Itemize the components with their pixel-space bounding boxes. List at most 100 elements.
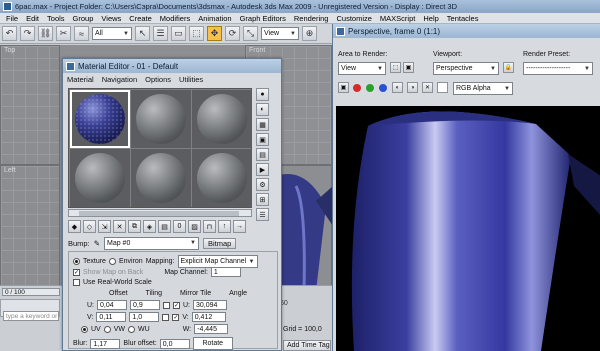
reset-map-icon[interactable]: ✕	[113, 220, 126, 233]
make-preview-icon[interactable]: ▶	[256, 163, 269, 176]
blue-channel-icon[interactable]	[379, 84, 387, 92]
material-effects-channel-icon[interactable]: 0	[173, 220, 186, 233]
red-channel-icon[interactable]	[353, 84, 361, 92]
v-mirror-checkbox[interactable]	[162, 313, 170, 321]
show-map-on-back-checkbox[interactable]: ✓	[73, 268, 80, 276]
put-to-library-icon[interactable]: ▤	[158, 220, 171, 233]
u-mirror-checkbox[interactable]	[163, 301, 170, 309]
material-slot[interactable]	[131, 90, 191, 148]
menu-create[interactable]: Create	[125, 14, 156, 23]
menu-modifiers[interactable]: Modifiers	[156, 14, 194, 23]
slots-scrollbar[interactable]	[68, 209, 252, 217]
menu-utilities[interactable]: Utilities	[179, 75, 203, 84]
map-channel-field[interactable]: 1	[210, 267, 241, 277]
menu-navigation[interactable]: Navigation	[102, 75, 137, 84]
vw-radio[interactable]	[103, 325, 111, 333]
viewport-left[interactable]: Left	[0, 165, 60, 290]
save-image-icon[interactable]: ▣	[338, 82, 349, 93]
render-preset-dropdown[interactable]: ------------------- ▼	[523, 62, 593, 75]
bind-space-warp-icon[interactable]: ≈	[74, 26, 89, 41]
add-time-tag-button[interactable]: Add Time Tag	[283, 340, 331, 351]
put-to-scene-icon[interactable]: ◇	[83, 220, 96, 233]
texture-radio[interactable]	[73, 258, 80, 265]
v-angle-field[interactable]: 0,412	[191, 312, 226, 322]
viewport-dropdown[interactable]: Perspective ▼	[433, 62, 499, 75]
map-type-button[interactable]: Bitmap	[202, 237, 237, 249]
menu-file[interactable]: File	[2, 14, 22, 23]
area-to-render-dropdown[interactable]: View ▼	[338, 62, 386, 75]
auto-region-icon[interactable]: ▣	[403, 62, 414, 73]
go-to-parent-icon[interactable]: ↑	[218, 220, 231, 233]
video-color-check-icon[interactable]: ▤	[256, 148, 269, 161]
u-angle-field[interactable]: 30,094	[193, 300, 227, 310]
monochrome-icon[interactable]: ◑	[407, 82, 418, 93]
menu-group[interactable]: Group	[69, 14, 98, 23]
select-object-icon[interactable]: ↖	[135, 26, 150, 41]
swatch-icon[interactable]	[437, 82, 448, 93]
lock-viewport-icon[interactable]: 🔒	[503, 62, 514, 73]
redo-icon[interactable]: ↷	[20, 26, 35, 41]
menu-tentacles[interactable]: Tentacles	[443, 14, 483, 23]
select-by-name-icon[interactable]: ☰	[153, 26, 168, 41]
window-crossing-icon[interactable]: ⬚	[189, 26, 204, 41]
material-editor-titlebar[interactable]: Material Editor - 01 - Default	[63, 59, 281, 73]
show-map-in-viewport-icon[interactable]: ▨	[188, 220, 201, 233]
make-unique-icon[interactable]: ◈	[143, 220, 156, 233]
viewport-top-label[interactable]: Top	[4, 47, 15, 54]
v-tiling-field[interactable]: 1,0	[129, 312, 160, 322]
material-slot[interactable]	[192, 90, 252, 148]
menu-material[interactable]: Material	[67, 75, 94, 84]
assign-material-icon[interactable]: ⇲	[98, 220, 111, 233]
menu-views[interactable]: Views	[97, 14, 125, 23]
green-channel-icon[interactable]	[366, 84, 374, 92]
unlink-icon[interactable]: ✂	[56, 26, 71, 41]
w-angle-field[interactable]: -4,445	[194, 324, 229, 334]
show-end-result-icon[interactable]: ⊓	[203, 220, 216, 233]
select-by-material-icon[interactable]: ⊞	[256, 193, 269, 206]
link-icon[interactable]: ⛓	[38, 26, 53, 41]
backlight-icon[interactable]: ◐	[256, 103, 269, 116]
alpha-channel-icon[interactable]: ◐	[392, 82, 403, 93]
wu-radio[interactable]	[128, 325, 136, 333]
v-tile-checkbox[interactable]: ✓	[172, 313, 180, 321]
menu-options[interactable]: Options	[145, 75, 171, 84]
u-offset-field[interactable]: 0,04	[97, 300, 127, 310]
selection-filter-dropdown[interactable]: All ▼	[92, 27, 132, 40]
pivot-icon[interactable]: ⊕	[302, 26, 317, 41]
select-move-icon[interactable]: ✥	[207, 26, 222, 41]
menu-help[interactable]: Help	[419, 14, 442, 23]
viewport-front-label[interactable]: Front	[249, 47, 265, 54]
viewport-left-label[interactable]: Left	[4, 167, 16, 174]
material-slot[interactable]	[70, 149, 130, 207]
viewport-perspective[interactable]	[275, 165, 333, 292]
sample-type-icon[interactable]: ●	[256, 88, 269, 101]
viewport-top[interactable]: Top	[0, 45, 60, 165]
eyedropper-icon[interactable]: ✎	[94, 239, 100, 248]
blur-offset-field[interactable]: 0,0	[159, 338, 190, 349]
menu-maxscript[interactable]: MAXScript	[376, 14, 419, 23]
select-rotate-icon[interactable]: ⟳	[225, 26, 240, 41]
undo-icon[interactable]: ↶	[2, 26, 17, 41]
clear-icon[interactable]: ✕	[422, 82, 433, 93]
rect-selection-icon[interactable]: ▭	[171, 26, 186, 41]
render-frame-titlebar[interactable]: Perspective, frame 0 (1:1)	[333, 24, 600, 38]
map-name-dropdown[interactable]: Map #0 ▼	[103, 236, 199, 250]
material-slot[interactable]	[192, 149, 252, 207]
real-world-scale-checkbox[interactable]	[73, 279, 80, 286]
channel-display-dropdown[interactable]: RGB Alpha ▼	[453, 82, 513, 95]
reference-coord-dropdown[interactable]: View ▼	[261, 27, 299, 40]
uv-radio[interactable]	[81, 325, 88, 333]
get-material-icon[interactable]: ◆	[68, 220, 81, 233]
maxscript-listener-input[interactable]: type a keyword or	[3, 311, 59, 321]
u-tile-checkbox[interactable]: ✓	[173, 301, 180, 309]
go-forward-sibling-icon[interactable]: →	[233, 220, 246, 233]
background-icon[interactable]: ▦	[256, 118, 269, 131]
select-scale-icon[interactable]: ⤡	[243, 26, 258, 41]
menu-animation[interactable]: Animation	[194, 14, 235, 23]
time-slider[interactable]: 0 / 100	[2, 288, 60, 296]
rotate-button[interactable]: Rotate	[192, 337, 233, 350]
material-slot[interactable]	[131, 149, 191, 207]
menu-graph-editors[interactable]: Graph Editors	[236, 14, 290, 23]
uv-tiling-icon[interactable]: ▣	[256, 133, 269, 146]
u-tiling-field[interactable]: 0,9	[130, 300, 160, 310]
